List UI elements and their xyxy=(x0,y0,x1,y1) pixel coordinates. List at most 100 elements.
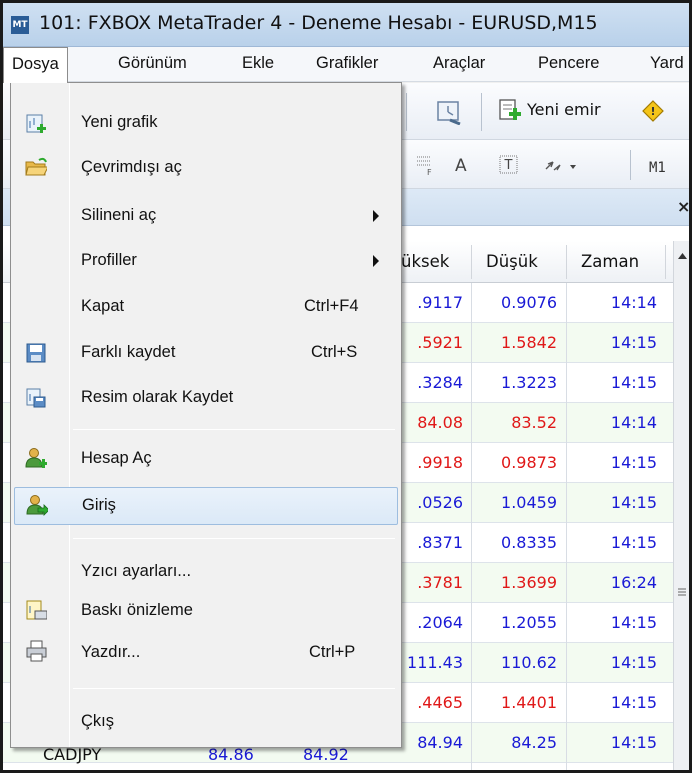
menu-item-label: Çkış xyxy=(81,712,114,730)
time-cell: 14:14 xyxy=(610,413,657,432)
vertical-scrollbar[interactable] xyxy=(673,241,689,770)
menu-item-shortcut: Ctrl+F4 xyxy=(304,297,359,315)
column-divider xyxy=(471,283,472,770)
menu-yardim[interactable]: Yard xyxy=(650,54,684,73)
column-divider xyxy=(566,283,567,770)
text-tool-icon[interactable]: A xyxy=(455,156,467,176)
open-account-icon xyxy=(25,448,47,468)
menu-item-label: Baskı önizleme xyxy=(81,601,193,619)
header-separator xyxy=(566,245,567,279)
submenu-arrow-icon xyxy=(373,255,379,267)
low-price-cell: 0.9076 xyxy=(501,293,557,312)
svg-text:F: F xyxy=(427,168,432,177)
expert-advisors-icon[interactable]: ! xyxy=(641,99,665,123)
low-price-cell: 0.9873 xyxy=(501,453,557,472)
time-cell: 14:15 xyxy=(610,493,657,512)
time-cell: 14:15 xyxy=(610,533,657,552)
svg-text:!: ! xyxy=(650,105,655,118)
menu-item-login[interactable]: Giriş xyxy=(14,487,398,525)
time-cell: 16:24 xyxy=(610,573,657,592)
toolbar-separator xyxy=(630,150,631,180)
time-cell: 14:15 xyxy=(610,653,657,672)
menu-bar: Dosya Görünüm Ekle Grafikler Araçlar Pen… xyxy=(3,47,689,83)
low-price-cell: 84.25 xyxy=(511,733,557,752)
time-cell: 14:15 xyxy=(610,333,657,352)
menu-item-open-offline[interactable]: Çevrimdışı aç xyxy=(11,150,401,188)
open-folder-icon xyxy=(25,157,47,176)
menu-separator xyxy=(73,429,395,430)
menu-item-shortcut: Ctrl+S xyxy=(311,343,358,361)
low-price-cell: 1.2055 xyxy=(501,613,557,632)
menu-item-save-as[interactable]: Farklı kaydet Ctrl+S xyxy=(11,335,401,373)
menu-araclar[interactable]: Araçlar xyxy=(433,54,485,73)
menu-pencere[interactable]: Pencere xyxy=(538,54,599,73)
menu-item-printer-settings[interactable]: Yzıcı ayarları... xyxy=(11,553,401,591)
menu-item-label: Kapat xyxy=(81,297,125,315)
menu-item-open-account[interactable]: Hesap Aç xyxy=(11,441,401,479)
low-price-cell: 110.62 xyxy=(501,653,557,672)
menu-item-new-chart[interactable]: Yeni grafik xyxy=(11,105,401,143)
new-order-button[interactable]: Yeni emir xyxy=(527,100,601,119)
title-bar: MT 101: FXBOX MetaTrader 4 - Deneme Hesa… xyxy=(3,3,689,47)
new-order-icon[interactable] xyxy=(497,98,523,124)
time-cell: 14:15 xyxy=(610,693,657,712)
scroll-grip-icon[interactable] xyxy=(677,582,687,602)
low-price-cell: 83.52 xyxy=(511,413,557,432)
menu-item-label: Farklı kaydet xyxy=(81,343,176,361)
login-icon xyxy=(26,495,48,516)
menu-separator xyxy=(73,688,395,689)
low-price-cell: 1.0459 xyxy=(501,493,557,512)
column-header-low[interactable]: Düşük xyxy=(486,241,538,283)
menu-dosya[interactable]: Dosya xyxy=(3,47,68,83)
menu-separator xyxy=(73,538,395,539)
low-price-cell: 1.5842 xyxy=(501,333,557,352)
timeframe-m1-button[interactable]: M1 xyxy=(649,160,666,176)
menu-item-label: Hesap Aç xyxy=(81,449,152,467)
menu-item-open-deleted[interactable]: Silineni aç xyxy=(11,197,401,235)
menu-ekle[interactable]: Ekle xyxy=(242,54,274,73)
new-chart-icon xyxy=(26,114,46,133)
menu-item-label: Yazdır... xyxy=(81,643,141,661)
text-label-icon[interactable]: T xyxy=(497,153,521,177)
period-icon[interactable] xyxy=(436,99,462,125)
menu-item-print[interactable]: Yazdır... Ctrl+P xyxy=(11,635,401,673)
low-price-cell: 1.3699 xyxy=(501,573,557,592)
time-cell: 14:14 xyxy=(610,293,657,312)
menu-item-save-as-picture[interactable]: Resim olarak Kaydet xyxy=(11,380,401,418)
fibonacci-fan-icon[interactable]: F xyxy=(415,153,437,177)
metatrader-window: MT 101: FXBOX MetaTrader 4 - Deneme Hesa… xyxy=(0,0,692,773)
printer-icon xyxy=(26,640,47,662)
arrows-dropdown-icon[interactable] xyxy=(543,155,583,177)
file-menu-dropdown: Yeni grafik Çevrimdışı aç Silineni aç Pr… xyxy=(10,82,402,748)
scroll-up-icon[interactable] xyxy=(674,247,691,265)
menu-item-label: Silineni aç xyxy=(81,206,157,224)
column-header-time[interactable]: Zaman xyxy=(581,241,639,283)
menu-item-exit[interactable]: Çkış xyxy=(11,702,401,740)
header-separator xyxy=(665,245,666,279)
menu-gorunum[interactable]: Görünüm xyxy=(118,54,187,73)
menu-grafikler[interactable]: Grafikler xyxy=(316,54,378,73)
print-preview-icon xyxy=(26,600,47,620)
menu-item-profiles[interactable]: Profiller xyxy=(11,243,401,281)
time-cell: 14:15 xyxy=(610,733,657,752)
time-cell: 14:15 xyxy=(610,453,657,472)
menu-item-close[interactable]: Kapat Ctrl+F4 xyxy=(11,289,401,327)
header-separator xyxy=(471,245,472,279)
menu-item-label: Profiller xyxy=(81,251,137,269)
low-price-cell: 1.3223 xyxy=(501,373,557,392)
menu-item-label: Çevrimdışı aç xyxy=(81,158,182,176)
window-title: 101: FXBOX MetaTrader 4 - Deneme Hesabı … xyxy=(39,12,598,34)
time-cell: 14:15 xyxy=(610,373,657,392)
svg-text:T: T xyxy=(504,158,513,173)
save-picture-icon xyxy=(26,388,46,408)
menu-item-shortcut: Ctrl+P xyxy=(309,643,356,661)
menu-item-label: Resim olarak Kaydet xyxy=(81,388,234,406)
close-icon[interactable]: × xyxy=(677,197,689,216)
column-header-high[interactable]: üksek xyxy=(401,241,449,283)
menu-item-label: Yeni grafik xyxy=(81,113,158,131)
menu-item-print-preview[interactable]: Baskı önizleme xyxy=(11,593,401,631)
low-price-cell: 1.4401 xyxy=(501,693,557,712)
time-cell: 14:15 xyxy=(610,613,657,632)
submenu-arrow-icon xyxy=(373,210,379,222)
low-price-cell: 0.8335 xyxy=(501,533,557,552)
